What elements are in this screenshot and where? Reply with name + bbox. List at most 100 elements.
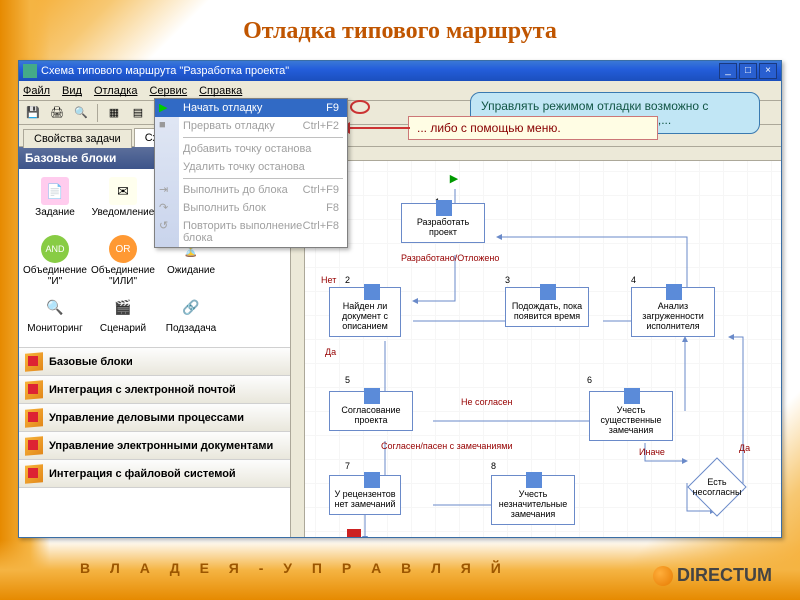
node-number: 7	[345, 461, 350, 471]
menu-item-label: Выполнить до блока	[183, 184, 288, 196]
node-icon	[666, 284, 682, 300]
menu-item-label: Удалить точку останова	[183, 161, 305, 173]
toolbar-separator	[97, 104, 98, 122]
window-titlebar[interactable]: Схема типового маршрута "Разработка прое…	[19, 61, 781, 81]
menu-item-label: Повторить выполнение блока	[183, 220, 303, 244]
node-icon	[364, 388, 380, 404]
node-approval[interactable]: Согласование проекта	[329, 391, 413, 431]
diagram-canvas[interactable]: ▶ 1 Разработать проект Разработано/Отлож…	[291, 147, 781, 537]
minimize-button[interactable]: _	[719, 63, 737, 79]
section-label: Интеграция с электронной почтой	[49, 384, 236, 396]
menu-item-run-block[interactable]: ↷Выполнить блокF8	[155, 199, 347, 217]
node-number: 5	[345, 375, 350, 385]
node-icon	[364, 472, 380, 488]
node-disagree-diamond[interactable]: Есть несогласны	[687, 465, 747, 509]
block-label: Уведомление	[92, 207, 155, 218]
menu-separator	[183, 137, 343, 138]
slide-title: Отладка типового маршрута	[0, 18, 800, 45]
menu-item-shortcut: F9	[326, 102, 339, 114]
menu-item-start-debug[interactable]: ▶Начать отладкуF9	[155, 99, 347, 117]
step-icon: ↷	[159, 201, 175, 217]
block-monitoring[interactable]: 🔍Мониторинг	[23, 291, 87, 347]
block-label: Ожидание	[167, 265, 215, 276]
node-no-remarks[interactable]: У рецензентов нет замечаний	[329, 475, 401, 515]
app-icon	[23, 64, 37, 78]
callout-ellipse-icon	[350, 100, 370, 126]
node-number: 4	[631, 275, 636, 285]
node-number: 3	[505, 275, 510, 285]
menu-file[interactable]: Файл	[23, 85, 50, 97]
menu-view[interactable]: Вид	[62, 85, 82, 97]
node-icon	[540, 284, 556, 300]
menu-service[interactable]: Сервис	[149, 85, 187, 97]
section-basic-blocks[interactable]: Базовые блоки	[19, 348, 290, 376]
node-consider-major[interactable]: Учесть существенные замечания	[589, 391, 673, 441]
ruler-horizontal	[305, 147, 781, 161]
menu-item-stop-debug[interactable]: ■ Прервать отладку Ctrl+F2	[155, 117, 347, 135]
section-bpm[interactable]: Управление деловыми процессами	[19, 404, 290, 432]
debug-dropdown-menu: ▶Начать отладкуF9 ■ Прервать отладку Ctrl+…	[154, 98, 348, 248]
flow-stop-icon[interactable]	[347, 529, 361, 537]
tb-props-icon[interactable]: ▦	[104, 103, 124, 123]
section-fs[interactable]: Интеграция с файловой системой	[19, 460, 290, 488]
node-minor-remarks[interactable]: Учесть незначительные замечания	[491, 475, 575, 525]
cube-icon	[25, 437, 43, 455]
block-notification[interactable]: ✉Уведомление	[91, 175, 155, 231]
section-edm[interactable]: Управление электронными документами	[19, 432, 290, 460]
tb-preview-icon[interactable]: 🔍	[71, 103, 91, 123]
block-label: Мониторинг	[27, 323, 82, 334]
menu-item-label: Прервать отладку	[183, 120, 275, 132]
node-develop-project[interactable]: Разработать проект	[401, 203, 485, 243]
menu-item-shortcut: F8	[326, 202, 339, 214]
menu-item-shortcut: Ctrl+F8	[303, 220, 339, 244]
window-title: Схема типового маршрута "Разработка прое…	[41, 65, 717, 77]
node-doc-found[interactable]: Найден ли документ с описанием	[329, 287, 401, 337]
flow-start-icon[interactable]: ▶	[445, 169, 463, 187]
block-label: Объединение "И"	[23, 265, 87, 287]
block-or[interactable]: ORОбъединение "ИЛИ"	[91, 233, 155, 289]
cube-icon	[25, 381, 43, 399]
node-icon	[364, 284, 380, 300]
edge-label: Не согласен	[461, 397, 512, 407]
block-script[interactable]: 🎬Сценарий	[91, 291, 155, 347]
tb-save-icon[interactable]: 💾	[23, 103, 43, 123]
menu-debug[interactable]: Отладка	[94, 85, 137, 97]
node-analyze-load[interactable]: Анализ загруженности исполнителя	[631, 287, 715, 337]
menu-separator	[183, 178, 343, 179]
close-button[interactable]: ×	[759, 63, 777, 79]
menu-item-add-breakpoint[interactable]: Добавить точку останова	[155, 140, 347, 158]
edge-label: Иначе	[639, 447, 665, 457]
tb-print-icon[interactable]: 🖨	[47, 103, 67, 123]
play-icon: ▶	[159, 101, 175, 117]
menu-item-shortcut: Ctrl+F9	[303, 184, 339, 196]
cube-icon	[25, 353, 43, 371]
block-and[interactable]: ANDОбъединение "И"	[23, 233, 87, 289]
menu-item-run-to-block[interactable]: ⇥Выполнить до блокаCtrl+F9	[155, 181, 347, 199]
node-icon	[436, 200, 452, 216]
tab-task-properties[interactable]: Свойства задачи	[23, 129, 132, 148]
node-wait-time[interactable]: Подождать, пока появится время	[505, 287, 589, 327]
section-label: Управление электронными документами	[49, 440, 273, 452]
node-icon	[624, 388, 640, 404]
menu-item-repeat-block[interactable]: ↺Повторить выполнение блокаCtrl+F8	[155, 217, 347, 247]
menu-help[interactable]: Справка	[199, 85, 242, 97]
node-label: Найден ли документ с описанием	[342, 301, 388, 331]
node-label: У рецензентов нет замечаний	[334, 489, 395, 509]
node-label: Согласование проекта	[341, 405, 400, 425]
stop-icon: ■	[159, 119, 175, 135]
block-label: Объединение "ИЛИ"	[91, 265, 155, 287]
block-task[interactable]: 📄Задание	[23, 175, 87, 231]
node-number: 8	[491, 461, 496, 471]
maximize-button[interactable]: □	[739, 63, 757, 79]
logo-text: DIRECTUM	[677, 565, 772, 586]
menu-item-remove-breakpoint[interactable]: Удалить точку останова	[155, 158, 347, 176]
block-label: Подзадача	[166, 323, 216, 334]
menu-item-shortcut: Ctrl+F2	[303, 120, 339, 132]
node-label: Подождать, пока появится время	[512, 301, 582, 321]
section-email[interactable]: Интеграция с электронной почтой	[19, 376, 290, 404]
block-subtask[interactable]: 🔗Подзадача	[159, 291, 223, 347]
section-label: Базовые блоки	[49, 356, 133, 368]
node-icon	[526, 472, 542, 488]
edge-label: Да	[325, 347, 336, 357]
tb-blocks-icon[interactable]: ▤	[128, 103, 148, 123]
